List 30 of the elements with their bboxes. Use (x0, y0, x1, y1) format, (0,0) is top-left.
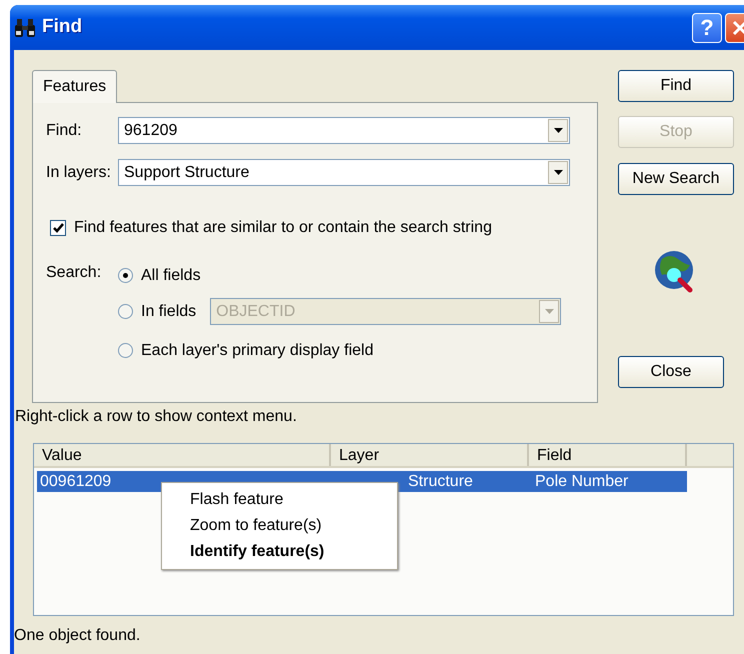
checkbox[interactable] (50, 220, 66, 236)
close-dialog-button[interactable]: Close (618, 356, 724, 388)
button[interactable]: New Search (618, 163, 734, 195)
window-title: Find (42, 15, 82, 40)
menu-item[interactable]: Identify feature(s) (162, 539, 397, 565)
column-header[interactable]: Field (529, 444, 687, 466)
close-icon (732, 20, 744, 36)
radio-button[interactable] (118, 343, 133, 358)
menu-item[interactable]: Zoom to feature(s) (162, 513, 397, 539)
field-label: Search: (46, 263, 102, 283)
button[interactable]: Find (618, 70, 734, 102)
radio-label: Each layer's primary display field (141, 340, 374, 360)
caret-icon (554, 170, 562, 175)
hint-text: Right-click a row to show context menu. (14, 407, 297, 427)
dropdown-field[interactable]: Support Structure (118, 159, 570, 186)
tab[interactable]: Features (32, 70, 118, 103)
checkbox-label: Find features that are similar to or contain the search string (74, 218, 492, 238)
caret-icon (544, 309, 554, 314)
column-header[interactable]: Layer (331, 444, 529, 466)
radio-button[interactable] (118, 304, 133, 319)
field-label: In layers: (46, 162, 112, 182)
caret-icon (554, 128, 562, 133)
radio-label: In fields (141, 302, 196, 322)
column-header[interactable]: Value (34, 444, 331, 466)
radio-button[interactable] (118, 268, 133, 283)
dropdown-field[interactable]: 961209 (118, 117, 570, 144)
binoculars-icon (14, 18, 36, 38)
radio-label: All fields (141, 266, 201, 286)
field-label: Find: (46, 120, 83, 140)
status-text: One object found. (14, 626, 140, 646)
